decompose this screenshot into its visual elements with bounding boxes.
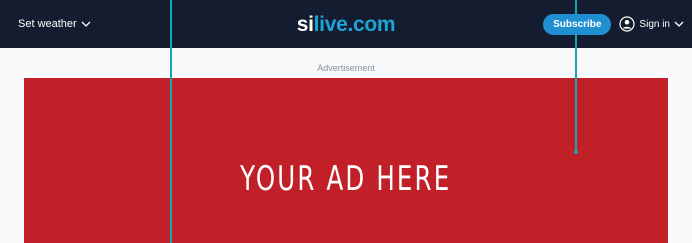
advertisement-label: Advertisement bbox=[317, 63, 375, 73]
ad-banner-text: YOUR AD HERE bbox=[240, 158, 452, 199]
subscribe-button[interactable]: Subscribe bbox=[543, 13, 612, 35]
chevron-down-icon bbox=[674, 21, 684, 27]
user-account-icon bbox=[619, 16, 636, 32]
left-marker-line bbox=[170, 0, 172, 243]
sign-in-button[interactable]: Sign in bbox=[619, 16, 684, 32]
logo-prefix: si bbox=[296, 13, 314, 36]
page: Set weather Subscribe Sign in silive.com bbox=[0, 0, 692, 243]
logo-suffix: live.com bbox=[313, 13, 396, 36]
sign-in-label: Sign in bbox=[639, 18, 670, 30]
ad-banner[interactable]: YOUR AD HERE bbox=[24, 78, 668, 243]
header-actions: Subscribe Sign in bbox=[543, 13, 684, 35]
